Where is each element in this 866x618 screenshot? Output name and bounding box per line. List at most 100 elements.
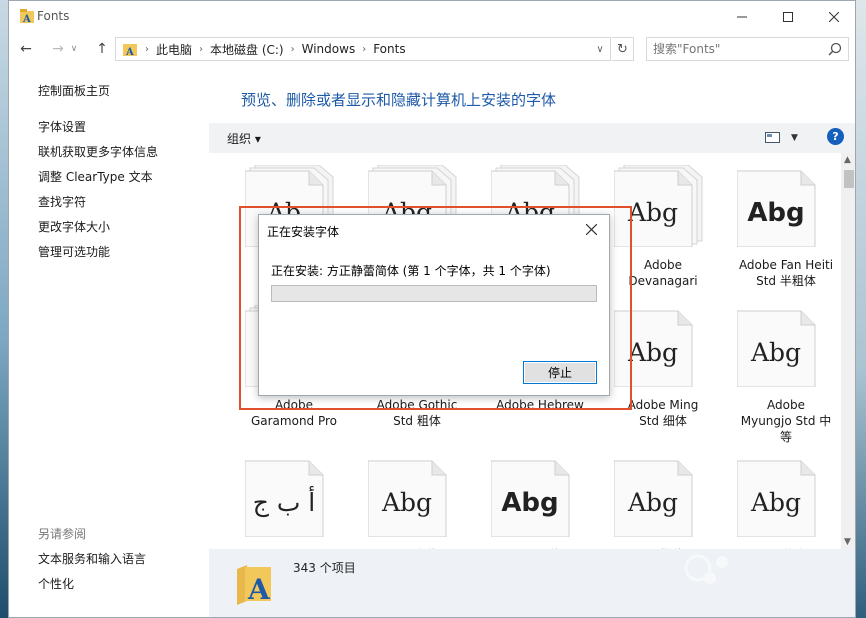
- font-family-stack-icon: Abg: [614, 165, 703, 247]
- close-icon: [585, 223, 597, 235]
- command-bar: 组织 ▾ ▼ ?: [209, 123, 855, 153]
- install-status-message: 正在安装: 方正静蕾简体 (第 1 个字体，共 1 个字体): [271, 264, 551, 278]
- address-bar[interactable]: A › 此电脑 › 本地磁盘 (C:) › Windows › Fonts ∨: [115, 37, 611, 61]
- link-change-font-size[interactable]: 更改字体大小: [38, 218, 110, 235]
- refresh-button[interactable]: ↻: [612, 37, 634, 61]
- chevron-right-icon: ›: [290, 43, 295, 55]
- font-file-icon: Abg: [737, 460, 816, 537]
- recent-locations-button[interactable]: ∨: [67, 39, 81, 59]
- font-file-icon: Abg: [614, 460, 693, 537]
- close-icon: [829, 12, 839, 22]
- chevron-right-icon: ›: [145, 43, 149, 55]
- link-manage-optional-features[interactable]: 管理可选功能: [38, 243, 110, 260]
- address-history-dropdown[interactable]: ∨: [590, 38, 610, 60]
- view-icon: [765, 132, 780, 143]
- installing-fonts-dialog: 正在安装字体 正在安装: 方正静蕾简体 (第 1 个字体，共 1 个字体) 停止: [258, 214, 610, 396]
- minimize-icon: [737, 16, 747, 18]
- font-file-icon: Abg: [614, 310, 693, 387]
- back-button[interactable]: ←: [15, 39, 37, 59]
- link-text-services[interactable]: 文本服务和输入语言: [38, 550, 146, 567]
- help-button[interactable]: ?: [827, 128, 844, 145]
- chevron-down-icon: ▼: [791, 133, 798, 143]
- svg-text:A: A: [22, 14, 31, 24]
- font-sample-text: Abg: [747, 198, 804, 228]
- breadcrumb-fonts[interactable]: Fonts: [373, 42, 405, 56]
- font-sample-text: Abg: [627, 488, 678, 517]
- font-item-label: Adobe Fan Heiti Std 半粗体: [738, 258, 834, 288]
- font-sample-text: أ ب ج: [253, 485, 316, 518]
- fonts-folder-icon: A: [20, 9, 34, 24]
- scroll-down-icon: ▼: [844, 537, 851, 547]
- font-item[interactable]: Abg Adobe Devanagari: [596, 153, 706, 293]
- font-file-icon: أ ب ج: [245, 460, 324, 537]
- left-navigation-pane: 控制面板主页 字体设置 联机获取更多字体信息 调整 ClearType 文本 查…: [9, 63, 209, 617]
- chevron-right-icon: ›: [199, 43, 204, 55]
- navigation-bar: ← → ∨ ↑ A › 此电脑 › 本地磁盘 (C:) › Windows › …: [9, 35, 855, 63]
- arrow-right-icon: →: [52, 41, 64, 57]
- font-file-icon: Abg: [737, 170, 816, 247]
- link-get-more-fonts-online[interactable]: 联机获取更多字体信息: [38, 143, 158, 160]
- details-pane: A 343 个项目: [209, 549, 855, 617]
- breadcrumb-this-pc[interactable]: 此电脑: [156, 41, 192, 58]
- maximize-button[interactable]: [765, 1, 811, 33]
- minimize-button[interactable]: [719, 1, 765, 33]
- stop-button[interactable]: 停止: [523, 361, 597, 384]
- font-item[interactable]: AbgAdobe 楷体 Std: [596, 443, 708, 549]
- organize-menu-button[interactable]: 组织 ▾: [227, 130, 261, 147]
- scroll-up-icon: ▲: [844, 155, 851, 165]
- refresh-icon: ↻: [617, 41, 628, 57]
- arrow-up-icon: ↑: [96, 41, 108, 57]
- font-item-label: Adobe Myungjo Std 中 等: [740, 398, 832, 444]
- link-adjust-cleartype[interactable]: 调整 ClearType 文本: [38, 168, 153, 185]
- search-box: [646, 37, 849, 61]
- change-view-button[interactable]: ▼: [765, 130, 801, 146]
- font-file-icon: Abg: [737, 310, 816, 387]
- chevron-right-icon: ›: [362, 43, 367, 55]
- forward-button[interactable]: →: [47, 39, 69, 59]
- font-item-label: Adobe Hebrew: [496, 398, 584, 412]
- breadcrumb-windows[interactable]: Windows: [302, 42, 356, 56]
- font-sample-text: Abg: [627, 338, 678, 367]
- font-sample-text: Abg: [750, 488, 801, 517]
- font-item-label: Adobe Ming Std 细体: [627, 398, 699, 428]
- font-item[interactable]: Abg Adobe Fan Heiti Std 半粗体: [719, 153, 833, 293]
- link-font-settings[interactable]: 字体设置: [38, 118, 86, 135]
- desktop-background-left: [0, 0, 8, 618]
- breadcrumb-local-disk[interactable]: 本地磁盘 (C:): [210, 41, 284, 58]
- dialog-title: 正在安装字体: [267, 225, 340, 239]
- up-button[interactable]: ↑: [91, 39, 113, 59]
- chevron-down-icon: ∨: [596, 43, 604, 55]
- search-input[interactable]: [653, 38, 823, 60]
- font-file-icon: Abg: [368, 460, 447, 537]
- font-item-label: Adobe Devanagari: [628, 258, 698, 288]
- see-also-heading: 另请参阅: [38, 527, 87, 541]
- font-sample-text: Abg: [750, 338, 801, 367]
- vertical-scrollbar[interactable]: ▲ ▼: [841, 153, 855, 549]
- link-control-panel-home[interactable]: 控制面板主页: [38, 82, 110, 99]
- font-item[interactable]: AbgAdobe 黑体 Std: [473, 443, 585, 549]
- font-item[interactable]: Abg Adobe Myungjo Std 中 等: [719, 293, 831, 444]
- dialog-close-button[interactable]: [581, 219, 601, 239]
- font-item[interactable]: أ ب جAdobe Naskh: [227, 443, 337, 549]
- fonts-folder-icon: A: [237, 565, 271, 605]
- font-item[interactable]: AbgAdobe 仿宋 Std: [719, 443, 831, 549]
- link-personalization[interactable]: 个性化: [38, 575, 74, 592]
- close-button[interactable]: [811, 1, 855, 33]
- desktop-background-right: [856, 0, 866, 618]
- install-progress-bar: [271, 285, 597, 302]
- font-item[interactable]: AbgAdobe 宋体 Std: [350, 443, 462, 549]
- link-find-character[interactable]: 查找字符: [38, 193, 86, 210]
- font-file-icon: Abg: [491, 460, 570, 537]
- question-mark-icon: ?: [832, 130, 839, 143]
- search-icon: [828, 42, 842, 56]
- item-count: 343 个项目: [293, 561, 356, 575]
- font-sample-text: Abg: [381, 488, 432, 517]
- svg-text:A: A: [247, 573, 271, 605]
- svg-text:A: A: [125, 47, 134, 57]
- title-bar: A Fonts: [9, 1, 855, 33]
- fonts-folder-icon: A: [123, 44, 137, 57]
- font-item[interactable]: Abg Adobe Ming Std 细体: [596, 293, 706, 433]
- font-sample-text: Abg: [501, 488, 558, 518]
- maximize-icon: [783, 12, 793, 22]
- scrollbar-thumb[interactable]: [844, 170, 854, 188]
